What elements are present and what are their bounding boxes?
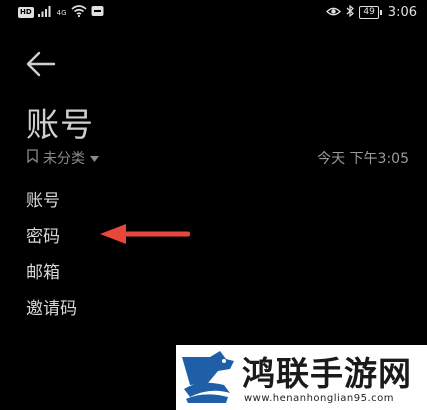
eye-icon — [326, 6, 342, 20]
annotation-arrow-icon — [100, 222, 192, 246]
back-button[interactable] — [24, 48, 58, 80]
caret-down-icon — [90, 150, 99, 166]
bluetooth-icon — [346, 4, 355, 20]
wifi-icon — [71, 5, 87, 20]
bookmark-icon — [27, 149, 38, 167]
hd-badge: HD — [18, 7, 34, 18]
field-email[interactable]: 邮箱 — [26, 262, 77, 298]
watermark-title: 鸿联手游网 — [242, 354, 412, 393]
category-selector[interactable]: 未分类 — [27, 148, 99, 168]
category-label: 未分类 — [43, 151, 85, 167]
page-title: 账号 — [26, 105, 94, 144]
edit-timestamp: 今天 下午3:05 — [317, 151, 409, 167]
status-bar: HD 4G 49 3:06 — [0, 0, 427, 26]
field-list: 账号 密码 邮箱 邀请码 — [26, 190, 77, 334]
status-right: 49 3:06 — [326, 4, 417, 20]
watermark-url: www.henanhonglian95.com — [244, 393, 395, 404]
watermark: 鸿联手游网 www.henanhonglian95.com — [176, 345, 427, 410]
status-time: 3:06 — [387, 5, 417, 20]
field-invite-code[interactable]: 邀请码 — [26, 298, 77, 334]
status-left: HD 4G — [18, 5, 104, 20]
field-password[interactable]: 密码 — [26, 226, 77, 262]
watermark-logo-icon — [180, 349, 236, 405]
network-label: 4G — [56, 8, 67, 17]
notification-icon — [91, 5, 104, 20]
arrow-left-icon — [24, 51, 58, 84]
battery-indicator: 49 — [359, 6, 383, 19]
field-account[interactable]: 账号 — [26, 190, 77, 226]
signal-icon — [37, 5, 52, 20]
